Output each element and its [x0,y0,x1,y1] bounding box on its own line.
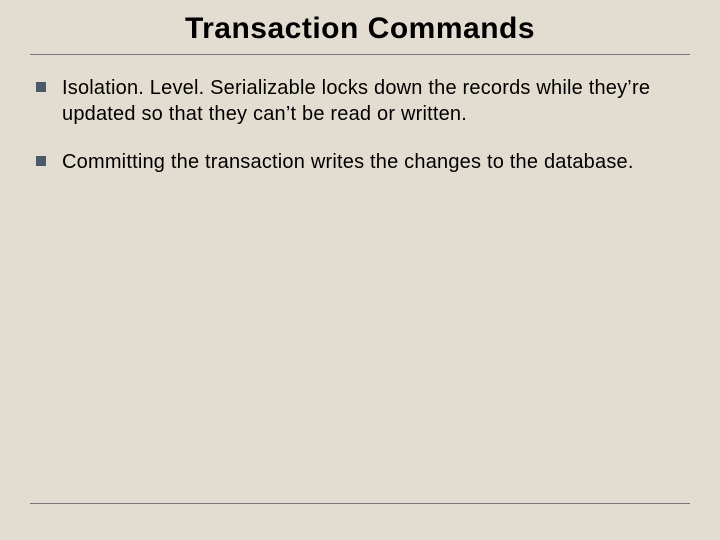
bullet-text: Committing the transaction writes the ch… [62,149,634,175]
title-divider [30,54,690,55]
bullet-item: Committing the transaction writes the ch… [36,149,690,175]
bullet-text: Isolation. Level. Serializable locks dow… [62,75,690,127]
slide-content: Isolation. Level. Serializable locks dow… [30,75,690,175]
bullet-item: Isolation. Level. Serializable locks dow… [36,75,690,127]
slide-container: Transaction Commands Isolation. Level. S… [0,0,720,540]
bullet-marker-icon [36,82,46,92]
footer-divider [30,503,690,504]
slide-title: Transaction Commands [30,12,690,46]
bullet-marker-icon [36,156,46,166]
